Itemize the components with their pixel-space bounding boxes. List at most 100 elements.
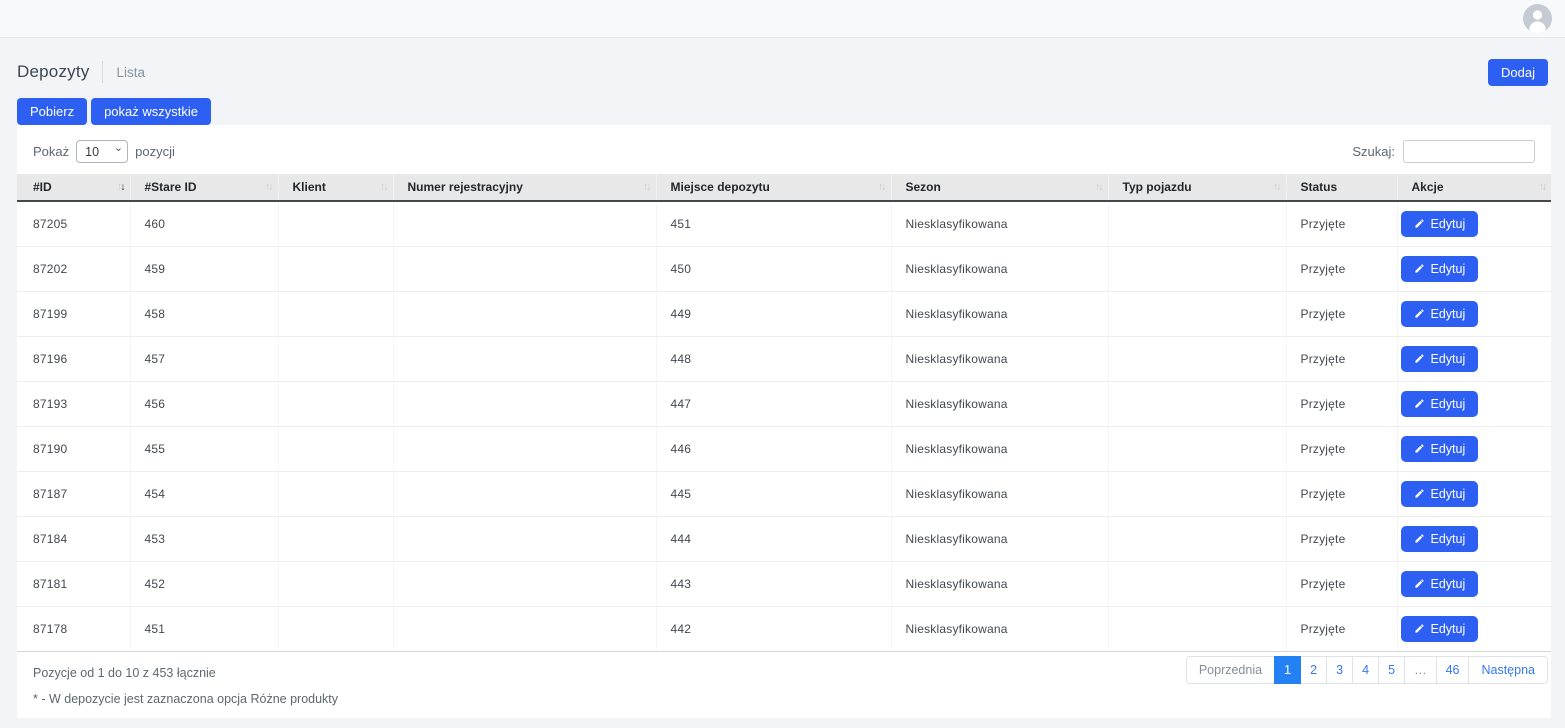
search-control: Szukaj: xyxy=(1352,140,1535,163)
download-button[interactable]: Pobierz xyxy=(17,98,87,125)
table-row: 87178 451 442 Niesklasyfikowana Przyjęte… xyxy=(17,606,1551,651)
length-label-suffix: pozycji xyxy=(135,144,175,159)
column-header[interactable]: Typ pojazdu ↑↓ xyxy=(1108,174,1286,201)
cell-old-id: 460 xyxy=(130,201,278,246)
cell-client xyxy=(278,246,393,291)
edit-button[interactable]: Edytuj xyxy=(1401,301,1479,327)
pagination-ellipsis: … xyxy=(1404,656,1437,684)
title-divider xyxy=(102,61,103,83)
cell-vehicle-type xyxy=(1108,516,1286,561)
pagination-page-4[interactable]: 4 xyxy=(1352,656,1379,684)
cell-id: 87202 xyxy=(17,246,130,291)
user-avatar[interactable] xyxy=(1523,4,1552,33)
pencil-icon xyxy=(1414,533,1425,544)
cell-deposit-place: 442 xyxy=(656,606,891,651)
cell-deposit-place: 449 xyxy=(656,291,891,336)
cell-reg-number xyxy=(393,606,656,651)
sort-icon: ↑↓ xyxy=(1095,181,1102,193)
cell-deposit-place: 446 xyxy=(656,426,891,471)
cell-id: 87190 xyxy=(17,426,130,471)
edit-button[interactable]: Edytuj xyxy=(1401,481,1479,507)
cell-deposit-place: 448 xyxy=(656,336,891,381)
pagination-previous[interactable]: Poprzednia xyxy=(1186,656,1275,684)
cell-reg-number xyxy=(393,561,656,606)
cell-actions: Edytuj xyxy=(1397,426,1551,471)
cell-status: Przyjęte xyxy=(1286,471,1397,516)
edit-button[interactable]: Edytuj xyxy=(1401,526,1479,552)
table-row: 87181 452 443 Niesklasyfikowana Przyjęte… xyxy=(17,561,1551,606)
table-body: 87205 460 451 Niesklasyfikowana Przyjęte… xyxy=(17,201,1551,651)
table-info: Pozycje od 1 do 10 z 453 łącznie xyxy=(33,666,338,680)
edit-button-label: Edytuj xyxy=(1431,577,1466,591)
edit-button[interactable]: Edytuj xyxy=(1401,616,1479,642)
cell-id: 87181 xyxy=(17,561,130,606)
cell-deposit-place: 444 xyxy=(656,516,891,561)
column-header-label: Numer rejestracyjny xyxy=(408,180,523,194)
cell-actions: Edytuj xyxy=(1397,561,1551,606)
edit-button[interactable]: Edytuj xyxy=(1401,256,1479,282)
column-header[interactable]: Akcje ↑↓ xyxy=(1397,174,1551,201)
edit-button[interactable]: Edytuj xyxy=(1401,571,1479,597)
pagination-page-3[interactable]: 3 xyxy=(1326,656,1353,684)
cell-actions: Edytuj xyxy=(1397,246,1551,291)
sort-icon: ↑↓ xyxy=(265,181,272,193)
column-header[interactable]: Numer rejestracyjny ↑↓ xyxy=(393,174,656,201)
cell-old-id: 452 xyxy=(130,561,278,606)
cell-deposit-place: 450 xyxy=(656,246,891,291)
column-header-label: Miejsce depozytu xyxy=(671,180,770,194)
pagination-page-46[interactable]: 46 xyxy=(1436,656,1470,684)
page-title: Depozyty xyxy=(17,62,89,82)
edit-button-label: Edytuj xyxy=(1431,262,1466,276)
edit-button[interactable]: Edytuj xyxy=(1401,436,1479,462)
cell-actions: Edytuj xyxy=(1397,606,1551,651)
cell-reg-number xyxy=(393,201,656,246)
cell-reg-number xyxy=(393,471,656,516)
cell-status: Przyjęte xyxy=(1286,381,1397,426)
edit-button[interactable]: Edytuj xyxy=(1401,211,1479,237)
sort-icon: ↑↓ xyxy=(878,181,885,193)
column-header[interactable]: Klient ↑↓ xyxy=(278,174,393,201)
add-button[interactable]: Dodaj xyxy=(1488,59,1548,86)
pencil-icon xyxy=(1414,443,1425,454)
pagination-page-1[interactable]: 1 xyxy=(1274,656,1301,684)
cell-status: Przyjęte xyxy=(1286,246,1397,291)
pencil-icon xyxy=(1414,308,1425,319)
edit-button[interactable]: Edytuj xyxy=(1401,346,1479,372)
page-size-select[interactable]: 10 xyxy=(76,140,128,163)
cell-season: Niesklasyfikowana xyxy=(891,471,1108,516)
user-icon xyxy=(1523,4,1552,33)
cell-vehicle-type xyxy=(1108,381,1286,426)
column-header[interactable]: #ID ↑↓ xyxy=(17,174,130,201)
pencil-icon xyxy=(1414,263,1425,274)
cell-status: Przyjęte xyxy=(1286,516,1397,561)
cell-vehicle-type xyxy=(1108,606,1286,651)
topbar xyxy=(0,0,1565,38)
pagination-page-5[interactable]: 5 xyxy=(1378,656,1405,684)
edit-button-label: Edytuj xyxy=(1431,397,1466,411)
column-header-label: Klient xyxy=(293,180,326,194)
table-card: Pokaż 10 ⌄ pozycji Szukaj: #ID ↑↓ #Stare… xyxy=(17,125,1551,718)
search-input[interactable] xyxy=(1403,140,1535,163)
cell-deposit-place: 445 xyxy=(656,471,891,516)
cell-reg-number xyxy=(393,516,656,561)
deposits-table: #ID ↑↓ #Stare ID ↑↓ Klient ↑↓ Numer reje… xyxy=(17,174,1551,652)
cell-actions: Edytuj xyxy=(1397,381,1551,426)
cell-client xyxy=(278,291,393,336)
cell-old-id: 455 xyxy=(130,426,278,471)
table-row: 87184 453 444 Niesklasyfikowana Przyjęte… xyxy=(17,516,1551,561)
column-header-label: Sezon xyxy=(906,180,941,194)
pencil-icon xyxy=(1414,578,1425,589)
cell-reg-number xyxy=(393,291,656,336)
column-header[interactable]: Status ↑↓ xyxy=(1286,174,1397,201)
edit-button[interactable]: Edytuj xyxy=(1401,391,1479,417)
show-all-button[interactable]: pokaż wszystkie xyxy=(91,98,211,125)
column-header[interactable]: Sezon ↑↓ xyxy=(891,174,1108,201)
search-label: Szukaj: xyxy=(1352,144,1395,159)
cell-season: Niesklasyfikowana xyxy=(891,201,1108,246)
pagination-page-2[interactable]: 2 xyxy=(1300,656,1327,684)
cell-season: Niesklasyfikowana xyxy=(891,291,1108,336)
cell-vehicle-type xyxy=(1108,471,1286,516)
column-header[interactable]: Miejsce depozytu ↑↓ xyxy=(656,174,891,201)
column-header[interactable]: #Stare ID ↑↓ xyxy=(130,174,278,201)
pagination-next[interactable]: Następna xyxy=(1468,656,1548,684)
